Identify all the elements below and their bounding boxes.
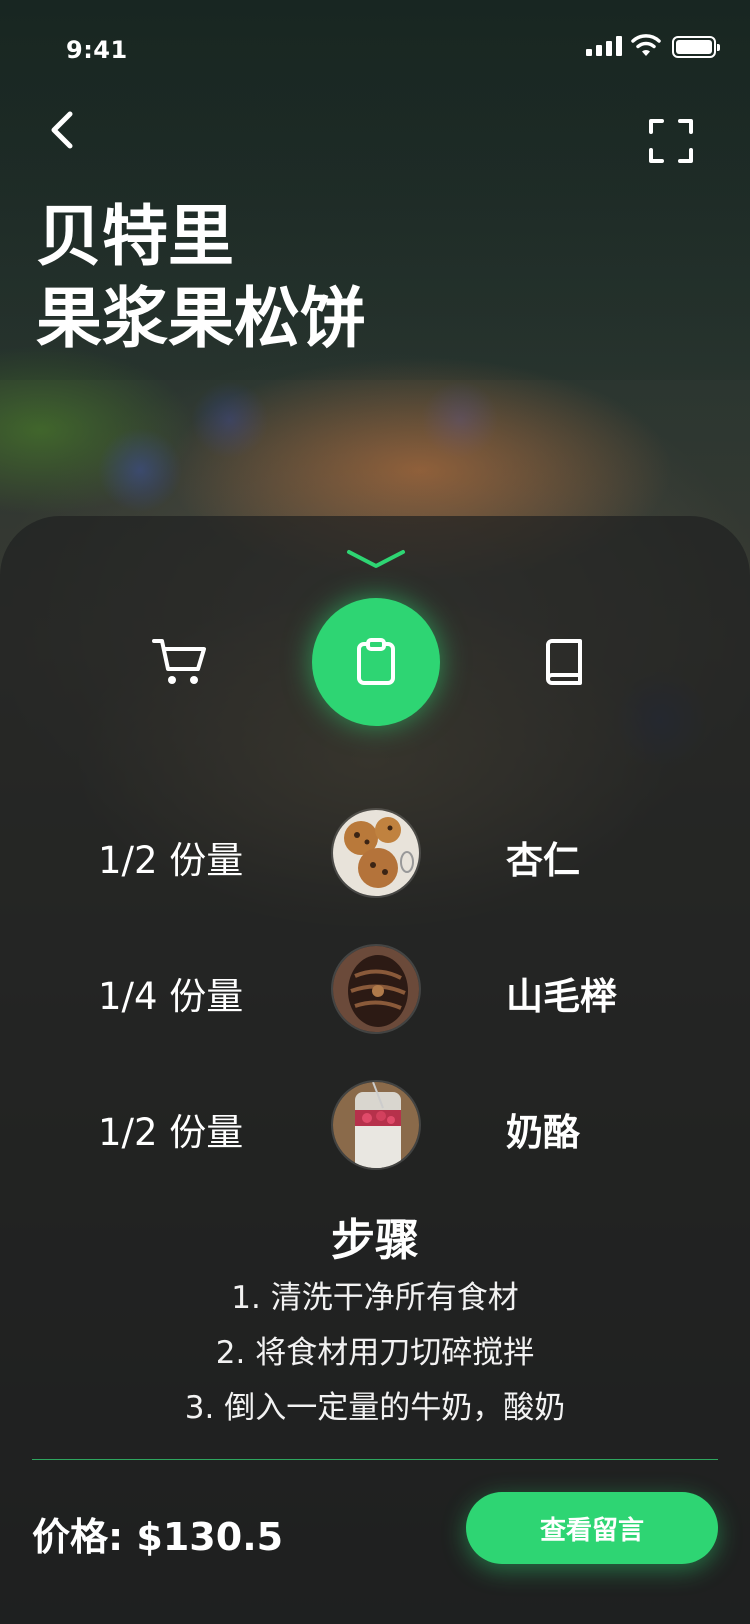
yogurt-jar-photo <box>331 1080 421 1170</box>
divider <box>32 1459 718 1460</box>
status-bar: 9:41 <box>0 0 750 90</box>
fullscreen-icon <box>649 119 693 163</box>
clipboard-icon <box>357 638 395 685</box>
ingredient-name: 奶酪 <box>506 1111 580 1154</box>
title-line-2: 果浆果松饼 <box>36 280 366 357</box>
title-line-1: 贝特里 <box>36 198 234 275</box>
tab-cart[interactable] <box>116 598 244 726</box>
step-item: 2. 将食材用刀切碎搅拌 <box>215 1335 535 1371</box>
cookies-photo <box>331 808 421 898</box>
page-title: 贝特里 果浆果松饼 <box>36 196 366 360</box>
view-comments-button[interactable]: 查看留言 <box>466 1492 718 1564</box>
wifi-icon <box>631 34 661 56</box>
steps-title: 步骤 <box>331 1215 419 1266</box>
price-label: 价格: $130.5 <box>32 1515 284 1559</box>
cart-icon <box>152 639 206 684</box>
book-icon <box>546 639 582 685</box>
signal-icon <box>586 36 622 56</box>
back-button[interactable] <box>44 108 84 152</box>
ingredient-row[interactable]: 1/2 份量 杏仁 <box>0 808 750 898</box>
step-item: 1. 清洗干净所有食材 <box>231 1280 519 1316</box>
chevron-left-icon <box>51 111 73 149</box>
ingredient-name: 杏仁 <box>506 839 580 882</box>
chevron-down-icon[interactable] <box>345 548 407 570</box>
ingredient-row[interactable]: 1/2 份量 奶酪 <box>0 1080 750 1170</box>
ingredient-quantity: 1/2 份量 <box>98 1111 244 1154</box>
battery-icon <box>672 36 720 58</box>
fullscreen-button[interactable] <box>648 118 694 164</box>
ingredient-quantity: 1/2 份量 <box>98 839 244 882</box>
pastry-photo <box>331 944 421 1034</box>
ingredient-quantity: 1/4 份量 <box>98 975 244 1018</box>
ingredient-row[interactable]: 1/4 份量 山毛榉 <box>0 944 750 1034</box>
tab-book[interactable] <box>500 598 628 726</box>
ingredient-name: 山毛榉 <box>506 975 617 1018</box>
step-item: 3. 倒入一定量的牛奶，酸奶 <box>184 1390 566 1426</box>
tab-ingredients[interactable] <box>312 598 440 726</box>
status-time: 9:41 <box>66 36 128 64</box>
